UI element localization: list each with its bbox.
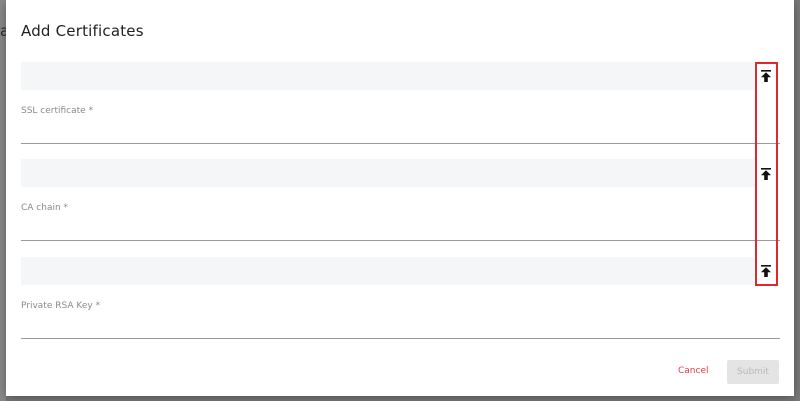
- private-rsa-key-label: Private RSA Key *: [21, 301, 101, 311]
- ca-chain-file-strip[interactable]: [21, 159, 754, 187]
- add-certificates-dialog: Add Certificates SSL certificate * CA ch…: [6, 0, 794, 396]
- dialog-title: Add Certificates: [21, 22, 144, 40]
- ca-chain-field[interactable]: CA chain *: [21, 159, 780, 241]
- ssl-certificate-label: SSL certificate *: [21, 106, 94, 116]
- upload-buttons-highlight-box: [755, 62, 778, 286]
- cancel-button[interactable]: Cancel: [678, 366, 709, 376]
- ssl-certificate-file-strip[interactable]: [21, 62, 754, 90]
- private-rsa-key-file-strip[interactable]: [21, 257, 754, 285]
- private-rsa-key-field[interactable]: Private RSA Key *: [21, 257, 780, 339]
- ca-chain-underline: [21, 240, 780, 241]
- ca-chain-label: CA chain *: [21, 203, 69, 213]
- submit-button[interactable]: Submit: [727, 360, 779, 384]
- ssl-certificate-field[interactable]: SSL certificate *: [21, 62, 780, 144]
- private-rsa-key-underline: [21, 338, 780, 339]
- ssl-certificate-underline: [21, 143, 780, 144]
